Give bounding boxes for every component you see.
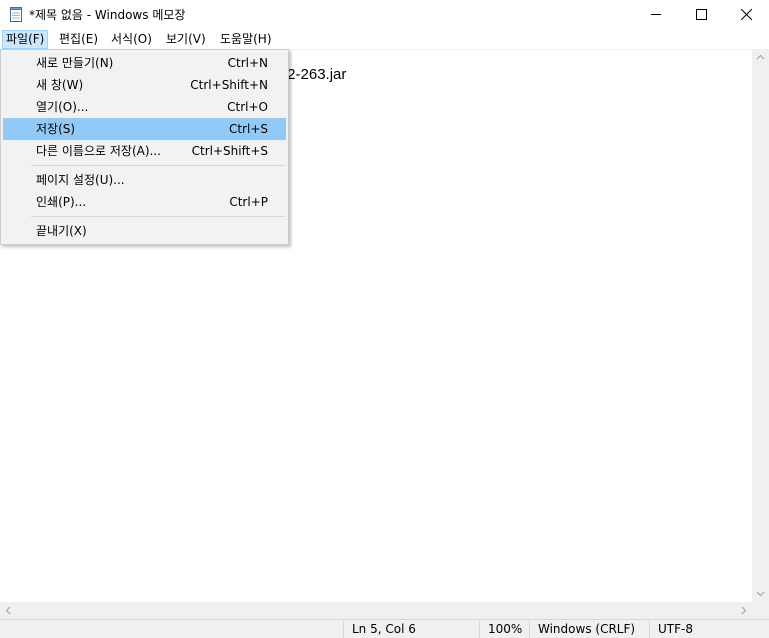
chevron-up-icon [756, 54, 765, 60]
menu-file[interactable]: 파일(F) [2, 30, 48, 49]
scroll-up-button[interactable] [752, 49, 769, 66]
maximize-button[interactable] [679, 0, 724, 30]
menu-bar: 파일(F) 편집(E) 서식(O) 보기(V) 도움말(H) [0, 30, 769, 49]
menu-item-save[interactable]: 저장(S) Ctrl+S [3, 118, 286, 140]
status-bar: Ln 5, Col 6 100% Windows (CRLF) UTF-8 [0, 619, 769, 638]
menu-item-new[interactable]: 새로 만들기(N) Ctrl+N [3, 52, 286, 74]
file-menu-dropdown: 새로 만들기(N) Ctrl+N 새 창(W) Ctrl+Shift+N 열기(… [0, 49, 289, 245]
menu-item-shortcut: Ctrl+N [227, 56, 268, 70]
menu-item-save-as[interactable]: 다른 이름으로 저장(A)... Ctrl+Shift+S [3, 140, 286, 162]
menu-item-label: 다른 이름으로 저장(A)... [36, 144, 161, 158]
scrollbar-corner [752, 602, 769, 619]
menu-separator [31, 216, 285, 217]
menu-item-shortcut: Ctrl+Shift+N [190, 78, 268, 92]
status-cursor-position: Ln 5, Col 6 [343, 620, 479, 638]
menu-item-exit[interactable]: 끝내기(X) [3, 220, 286, 242]
scroll-right-button[interactable] [735, 602, 752, 619]
title-bar: *제목 없음 - Windows 메모장 [0, 0, 769, 30]
scroll-left-button[interactable] [0, 602, 17, 619]
menu-item-page-setup[interactable]: 페이지 설정(U)... [3, 169, 286, 191]
minimize-icon [651, 14, 661, 15]
menu-help[interactable]: 도움말(H) [216, 30, 276, 49]
menu-item-shortcut: Ctrl+O [227, 100, 268, 114]
close-icon [741, 9, 752, 20]
notepad-window: *제목 없음 - Windows 메모장 파일(F) 편집(E) 서식(O) 보… [0, 0, 769, 638]
scroll-down-button[interactable] [752, 585, 769, 602]
menu-item-label: 새 창(W) [36, 78, 84, 92]
vertical-scrollbar[interactable] [752, 49, 769, 602]
menu-separator [31, 165, 285, 166]
notepad-app-icon [9, 7, 23, 22]
menu-item-shortcut: Ctrl+P [229, 195, 268, 209]
menu-item-label: 끝내기(X) [36, 224, 87, 238]
menu-item-label: 열기(O)... [36, 100, 89, 114]
vertical-scroll-track[interactable] [752, 66, 769, 585]
minimize-button[interactable] [634, 0, 679, 30]
window-title: *제목 없음 - Windows 메모장 [29, 8, 186, 22]
menu-item-label: 저장(S) [36, 122, 76, 136]
menu-item-new-window[interactable]: 새 창(W) Ctrl+Shift+N [3, 74, 286, 96]
status-zoom: 100% [479, 620, 529, 638]
menu-item-shortcut: Ctrl+S [228, 122, 268, 136]
horizontal-scrollbar[interactable] [0, 602, 752, 619]
menu-format[interactable]: 서식(O) [107, 30, 156, 49]
menu-edit[interactable]: 편집(E) [55, 30, 102, 49]
menu-item-label: 인쇄(P)... [36, 195, 87, 209]
menu-item-label: 새로 만들기(N) [36, 56, 114, 70]
close-button[interactable] [724, 0, 769, 30]
menu-item-open[interactable]: 열기(O)... Ctrl+O [3, 96, 286, 118]
editor-visible-text: .2-263.jar [283, 66, 347, 83]
menu-view[interactable]: 보기(V) [162, 30, 210, 49]
status-line-ending: Windows (CRLF) [529, 620, 649, 638]
status-encoding: UTF-8 [649, 620, 769, 638]
chevron-left-icon [5, 606, 11, 615]
chevron-down-icon [756, 591, 765, 597]
menu-item-shortcut: Ctrl+Shift+S [191, 144, 268, 158]
chevron-right-icon [741, 606, 747, 615]
menu-item-print[interactable]: 인쇄(P)... Ctrl+P [3, 191, 286, 213]
maximize-icon [696, 9, 707, 20]
menu-item-label: 페이지 설정(U)... [36, 173, 125, 187]
